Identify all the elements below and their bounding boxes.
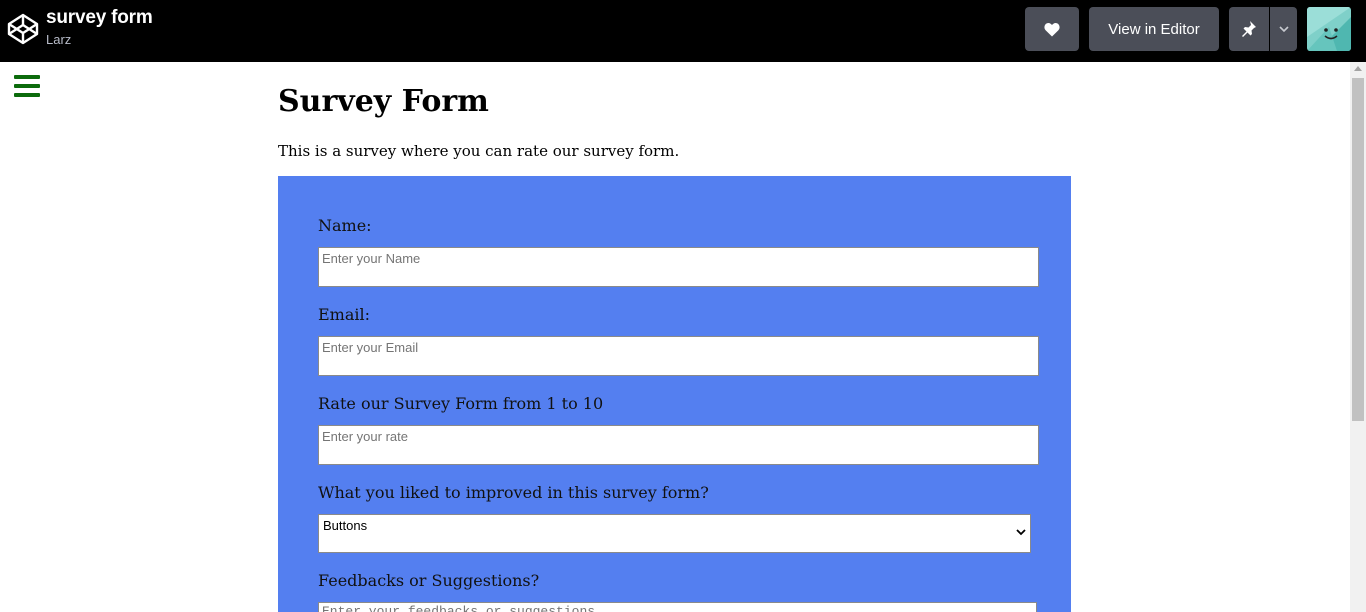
feedback-label: Feedbacks or Suggestions? [318, 571, 540, 590]
improve-select[interactable]: Buttons [318, 514, 1031, 553]
survey-form: Name: Enter your Name Email: Enter your … [278, 176, 1071, 612]
email-input[interactable]: Enter your Email [318, 336, 1039, 376]
codepen-header: survey form Larz View in Editor [0, 0, 1366, 62]
pen-author[interactable]: Larz [46, 32, 71, 48]
page-description: This is a survey where you can rate our … [278, 142, 680, 160]
name-input[interactable]: Enter your Name [318, 247, 1039, 287]
rate-input[interactable]: Enter your rate [318, 425, 1039, 465]
heart-icon [1044, 22, 1060, 36]
pin-menu-button[interactable] [1270, 7, 1297, 51]
scrollbar[interactable] [1350, 62, 1366, 612]
improve-select-value: Buttons [323, 518, 368, 533]
pin-button[interactable] [1229, 7, 1269, 51]
avatar[interactable] [1307, 7, 1351, 51]
rate-label: Rate our Survey Form from 1 to 10 [318, 394, 604, 413]
chevron-down-icon [1278, 25, 1289, 32]
codepen-logo-icon[interactable] [7, 13, 39, 45]
chevron-down-icon [1016, 529, 1026, 536]
scrollbar-thumb[interactable] [1352, 78, 1364, 421]
like-button[interactable] [1025, 7, 1079, 51]
menu-icon[interactable] [14, 75, 40, 97]
page-title: Survey Form [278, 84, 489, 119]
feedback-textarea[interactable]: Enter your feedbacks or suggestions [318, 602, 1037, 612]
improve-label: What you liked to improved in this surve… [318, 483, 709, 502]
pin-icon [1242, 21, 1256, 37]
name-label: Name: [318, 216, 372, 235]
email-label: Email: [318, 305, 371, 324]
view-in-editor-button[interactable]: View in Editor [1089, 7, 1219, 51]
page-content: Survey Form This is a survey where you c… [0, 62, 1350, 612]
pen-title[interactable]: survey form [46, 6, 153, 30]
scroll-up-arrow-icon[interactable] [1354, 66, 1362, 71]
